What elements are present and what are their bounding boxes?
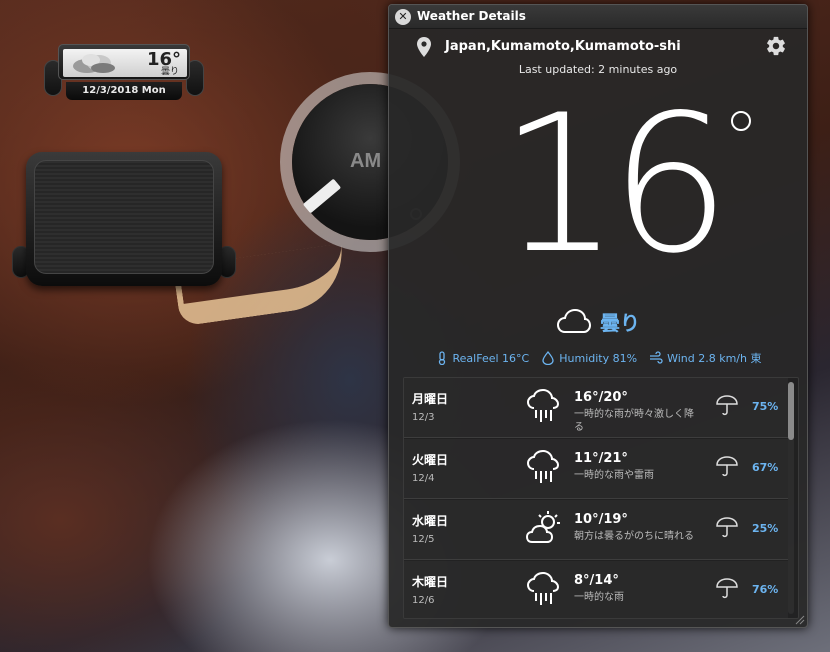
forecast-day: 水曜日 [412, 514, 449, 528]
mini-widget-panel: 16° 曇り [58, 44, 190, 80]
umbrella-icon [716, 517, 738, 538]
wind-stat: Wind 2.8 km/h 東 [649, 349, 761, 367]
pad-body [26, 152, 222, 286]
umbrella-icon [716, 578, 738, 599]
resize-grip-icon[interactable] [793, 613, 805, 625]
forecast-date: 12/5 [412, 534, 435, 545]
weather-details-window: ✕ Weather Details Japan,Kumamoto,Kumamot… [388, 4, 808, 628]
forecast-desc: 一時的な雨や雷雨 [574, 470, 654, 481]
current-temperature: 16 [499, 74, 731, 295]
rain-cloud-icon [526, 571, 560, 605]
forecast-scrollbar[interactable] [788, 382, 794, 614]
forecast-temp: 11°/21° [574, 451, 628, 466]
humidity-value: Humidity 81% [559, 351, 638, 365]
forecast-row[interactable]: 火曜日 12/4 11°/21° 一時的な雨や雷雨 67% [404, 439, 788, 499]
forecast-desc: 朝方は曇るがのちに晴れる [574, 531, 694, 542]
forecast-temp: 10°/19° [574, 512, 628, 527]
realfeel-stat: RealFeel 16°C [435, 349, 530, 367]
forecast-desc: 一時的な雨が時々激しく降る [574, 409, 694, 433]
forecast-precip: 75% [752, 400, 779, 413]
forecast-temp: 16°/20° [574, 390, 628, 405]
mini-widget-date: 12/3/2018 Mon [66, 82, 182, 100]
rain-cloud-icon [526, 388, 560, 422]
mini-widget-screen: 16° 曇り [63, 49, 187, 77]
degree-symbol-icon [731, 111, 751, 131]
forecast-precip: 25% [752, 522, 779, 535]
forecast-temp: 8°/14° [574, 573, 619, 588]
current-condition: 曇り [389, 305, 807, 337]
close-icon: ✕ [398, 10, 408, 23]
wind-icon [650, 351, 663, 364]
forecast-row[interactable]: 月曜日 12/3 16°/20° 一時的な雨が時々激しく降る 75% [404, 378, 788, 438]
forecast-precip: 76% [752, 583, 779, 596]
pad-screen [34, 160, 214, 274]
forecast-date: 12/3 [412, 412, 435, 423]
scrollbar-thumb[interactable] [788, 382, 794, 440]
wind-value: Wind 2.8 km/h 東 [667, 352, 762, 365]
weather-stats: RealFeel 16°C Humidity 81% Wind 2.8 km/h… [389, 349, 807, 367]
condition-label: 曇り [600, 310, 640, 335]
window-title: Weather Details [417, 9, 526, 23]
partly-sunny-icon [526, 511, 560, 543]
forecast-precip: 67% [752, 461, 779, 474]
window-titlebar[interactable]: ✕ Weather Details [389, 5, 807, 29]
realfeel-value: RealFeel 16°C [452, 351, 530, 365]
forecast-day: 月曜日 [412, 392, 449, 406]
forecast-date: 12/4 [412, 473, 435, 484]
close-button[interactable]: ✕ [395, 9, 411, 25]
mini-widget-condition: 曇り [160, 67, 179, 77]
cloud-icon [556, 308, 592, 333]
forecast-row[interactable]: 木曜日 12/6 8°/14° 一時的な雨 76% [404, 561, 788, 618]
location-pin-icon [417, 37, 431, 57]
rain-cloud-icon [526, 449, 560, 483]
mini-weather-widget[interactable]: 16° 曇り 12/3/2018 Mon [44, 44, 204, 102]
umbrella-icon [716, 456, 738, 477]
umbrella-icon [716, 395, 738, 416]
forecast-desc: 一時的な雨 [574, 592, 624, 603]
forecast-list[interactable]: 月曜日 12/3 16°/20° 一時的な雨が時々激しく降る 75% 火曜日 1… [403, 377, 799, 619]
forecast-day: 木曜日 [412, 575, 449, 589]
forecast-date: 12/6 [412, 595, 435, 606]
humidity-stat: Humidity 81% [541, 349, 637, 367]
gear-icon[interactable] [765, 35, 787, 57]
clock-ampm: AM [350, 150, 382, 172]
cloud-icon [73, 54, 115, 73]
pad-widget[interactable] [12, 152, 236, 288]
location-label: Japan,Kumamoto,Kumamoto-shi [445, 39, 681, 54]
thermometer-icon [438, 351, 445, 365]
droplet-icon [542, 351, 554, 365]
forecast-day: 火曜日 [412, 453, 449, 467]
forecast-row[interactable]: 水曜日 12/5 10°/19° 朝方は曇るがのちに晴れる 25% [404, 500, 788, 560]
